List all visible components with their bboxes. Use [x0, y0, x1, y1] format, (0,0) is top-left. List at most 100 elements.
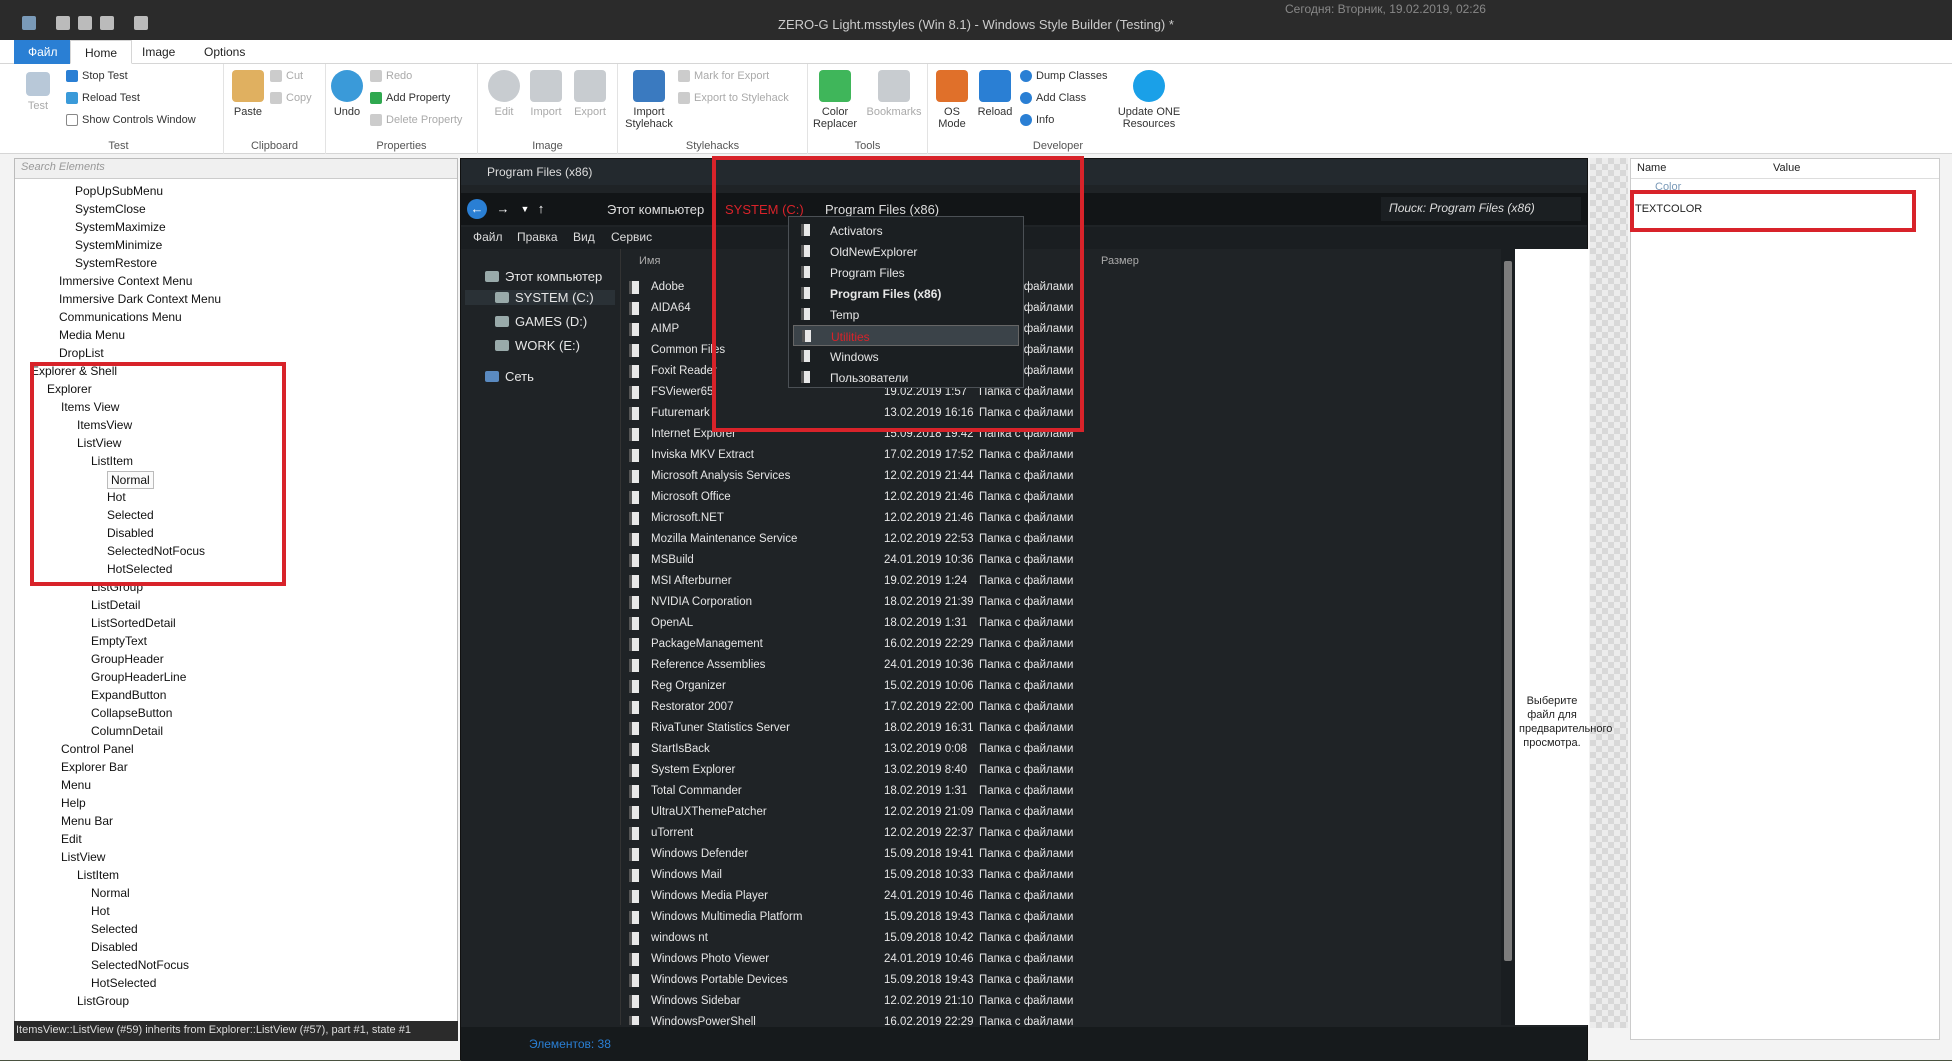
import-stylehack-button[interactable]: Import Stylehack — [622, 70, 676, 130]
delete-property-button[interactable]: Delete Property — [370, 114, 462, 126]
file-row[interactable]: Windows Sidebar 12.02.2019 21:10 Папка с ф… — [621, 991, 1461, 1012]
file-row[interactable]: OpenAL 18.02.2019 1:31 Папка с файлами — [621, 613, 1461, 634]
tree-node[interactable]: Immersive Dark Context Menu — [59, 291, 221, 307]
file-row[interactable]: Windows Photo Viewer 24.01.2019 10:46 Папк… — [621, 949, 1461, 970]
breadcrumb-computer[interactable]: Этот компьютер — [607, 202, 704, 217]
file-row[interactable]: Windows Mail 15.09.2018 10:33 Папка с файл… — [621, 865, 1461, 886]
file-row[interactable]: MSBuild 24.01.2019 10:36 Папка с файлами — [621, 550, 1461, 571]
tree-node[interactable]: ListItem — [77, 867, 119, 883]
export-image-button[interactable]: Export — [570, 70, 610, 118]
tree-node[interactable]: Immersive Context Menu — [59, 273, 192, 289]
tree-node[interactable]: Hot — [91, 903, 110, 919]
cut-button[interactable]: Cut — [270, 70, 303, 82]
tree-node[interactable]: CollapseButton — [91, 705, 172, 721]
file-row[interactable]: MSI Afterburner 19.02.2019 1:24 Папка с фа… — [621, 571, 1461, 592]
explorer-search-input[interactable]: Поиск: Program Files (x86) — [1381, 197, 1581, 221]
tree-node[interactable]: Communications Menu — [59, 309, 182, 325]
add-property-button[interactable]: Add Property — [370, 92, 450, 104]
copy-button[interactable]: Copy — [270, 92, 312, 104]
tree-node[interactable]: Edit — [61, 831, 82, 847]
file-row[interactable]: StartIsBack 13.02.2019 0:08 Папка с файлам… — [621, 739, 1461, 760]
tree-node[interactable]: SystemClose — [75, 201, 146, 217]
column-name[interactable]: Имя — [639, 255, 660, 267]
column-size[interactable]: Размер — [1101, 255, 1139, 267]
tree-node[interactable]: Explorer Bar — [61, 759, 128, 775]
tree-node[interactable]: Control Panel — [61, 741, 134, 757]
tree-node[interactable]: SelectedNotFocus — [91, 957, 189, 973]
tree-node[interactable]: Normal — [91, 885, 130, 901]
file-row[interactable]: Windows Portable Devices 15.09.2018 19:43… — [621, 970, 1461, 991]
tree-node[interactable]: SystemMaximize — [75, 219, 166, 235]
export-to-stylehack-button[interactable]: Export to Stylehack — [678, 92, 789, 104]
back-button[interactable]: ← — [467, 199, 487, 219]
file-row[interactable]: Windows Defender 15.09.2018 19:41 Папка с … — [621, 844, 1461, 865]
file-row[interactable]: Microsoft.NET 12.02.2019 21:46 Папка с фай… — [621, 508, 1461, 529]
tree-node[interactable]: Disabled — [91, 939, 138, 955]
menu-tools[interactable]: Сервис — [611, 230, 652, 244]
os-mode-button[interactable]: OS Mode — [932, 70, 972, 130]
tree-node[interactable]: Menu — [61, 777, 91, 793]
nav-drive-d[interactable]: GAMES (D:) — [495, 314, 587, 329]
show-controls-checkbox[interactable]: Show Controls Window — [66, 114, 196, 126]
reload-button[interactable]: Reload — [976, 70, 1014, 118]
tree-node[interactable]: DropList — [59, 345, 104, 361]
stop-test-button[interactable]: Stop Test — [66, 70, 128, 82]
tree-node[interactable]: Help — [61, 795, 86, 811]
search-elements-input[interactable]: Search Elements — [15, 159, 457, 179]
info-button[interactable]: Info — [1020, 114, 1054, 126]
file-row[interactable]: Reference Assemblies 24.01.2019 10:36 Папк… — [621, 655, 1461, 676]
file-row[interactable]: RivaTuner Statistics Server 18.02.2019 16… — [621, 718, 1461, 739]
nav-network[interactable]: Сеть — [485, 369, 534, 384]
tree-node[interactable]: ColumnDetail — [91, 723, 163, 739]
menu-view[interactable]: Вид — [573, 230, 595, 244]
add-class-button[interactable]: Add Class — [1020, 92, 1086, 104]
color-replacer-button[interactable]: Color Replacer — [810, 70, 860, 130]
forward-button[interactable]: → — [493, 199, 513, 219]
import-image-button[interactable]: Import — [528, 70, 564, 118]
update-one-button[interactable]: Update ONE Resources — [1114, 70, 1184, 130]
undo-button[interactable]: Undo — [330, 70, 364, 118]
nav-drive-e[interactable]: WORK (E:) — [495, 338, 580, 353]
tree-node[interactable]: SystemMinimize — [75, 237, 162, 253]
tree-node[interactable]: ListSortedDetail — [91, 615, 176, 631]
tree-node[interactable]: ListView — [61, 849, 105, 865]
tab-options[interactable]: Options — [190, 40, 259, 64]
file-row[interactable]: Total Commander 18.02.2019 1:31 Папка с фа… — [621, 781, 1461, 802]
up-button[interactable]: ↑ — [531, 199, 551, 219]
edit-image-button[interactable]: Edit — [486, 70, 522, 118]
file-row[interactable]: NVIDIA Corporation 18.02.2019 21:39 Папка … — [621, 592, 1461, 613]
tree-node[interactable]: Media Menu — [59, 327, 125, 343]
tree-node[interactable]: SystemRestore — [75, 255, 157, 271]
column-value-header[interactable]: Value — [1773, 162, 1800, 174]
file-row[interactable]: System Explorer 13.02.2019 8:40 Папка с фа… — [621, 760, 1461, 781]
menu-file[interactable]: Файл — [473, 230, 503, 244]
file-row[interactable]: Inviska MKV Extract 17.02.2019 17:52 Папка… — [621, 445, 1461, 466]
file-row[interactable]: uTorrent 12.02.2019 22:37 Папка с файлами — [621, 823, 1461, 844]
tab-file[interactable]: Файл — [14, 40, 72, 64]
nav-this-pc[interactable]: Этот компьютер — [485, 269, 602, 284]
file-row[interactable]: PackageManagement 16.02.2019 22:29 Папка с… — [621, 634, 1461, 655]
file-row[interactable]: windows nt 15.09.2018 10:42 Папка с файлам… — [621, 928, 1461, 949]
file-row[interactable]: Mozilla Maintenance Service 12.02.2019 22… — [621, 529, 1461, 550]
redo-button[interactable]: Redo — [370, 70, 412, 82]
tree-node[interactable]: HotSelected — [91, 975, 156, 991]
tree-node[interactable]: PopUpSubMenu — [75, 183, 163, 199]
tree-node[interactable]: Menu Bar — [61, 813, 113, 829]
vertical-scrollbar[interactable] — [1501, 249, 1515, 1025]
test-button[interactable]: Test — [24, 72, 52, 112]
tree-node[interactable]: GroupHeader — [91, 651, 164, 667]
file-row[interactable]: Microsoft Office 12.02.2019 21:46 Папка с … — [621, 487, 1461, 508]
nav-drive-c[interactable]: SYSTEM (C:) — [465, 290, 615, 305]
tree-node[interactable]: Selected — [91, 921, 138, 937]
file-row[interactable]: Microsoft Analysis Services 12.02.2019 21… — [621, 466, 1461, 487]
tree-node[interactable]: ListDetail — [91, 597, 140, 613]
paste-button[interactable]: Paste — [230, 70, 266, 118]
tree-node[interactable]: ExpandButton — [91, 687, 166, 703]
scrollbar-thumb[interactable] — [1504, 261, 1512, 961]
file-row[interactable]: Reg Organizer 15.02.2019 10:06 Папка с фай… — [621, 676, 1461, 697]
mark-for-export-button[interactable]: Mark for Export — [678, 70, 769, 82]
dump-classes-button[interactable]: Dump Classes — [1020, 70, 1108, 82]
file-row[interactable]: Windows Multimedia Platform 15.09.2018 19… — [621, 907, 1461, 928]
menu-edit[interactable]: Правка — [517, 230, 558, 244]
column-name-header[interactable]: Name — [1637, 162, 1666, 174]
